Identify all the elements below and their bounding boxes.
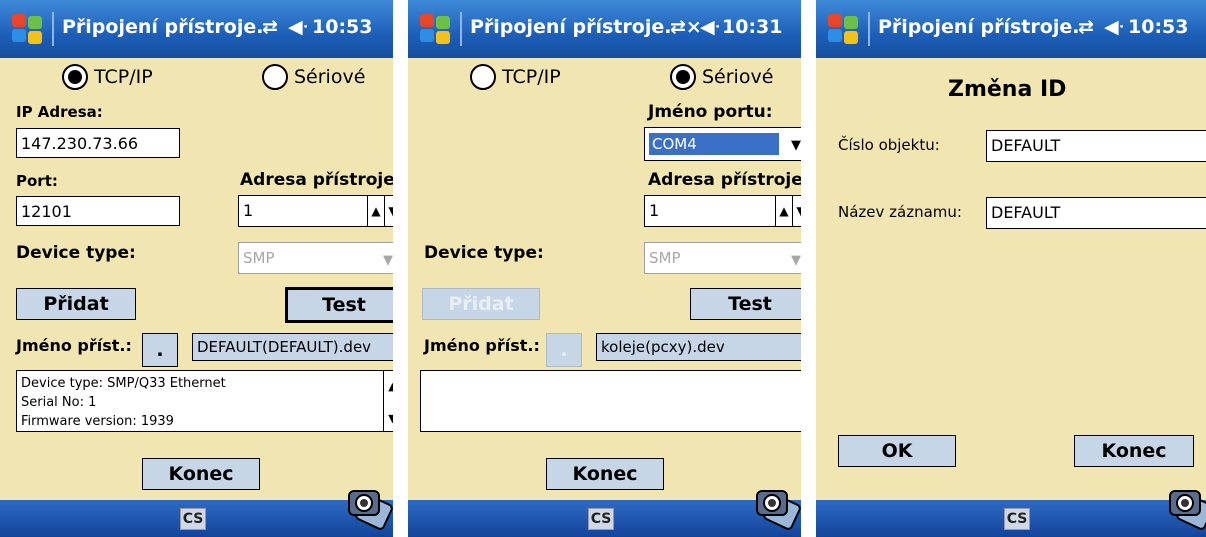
device-file-field[interactable]: DEFAULT(DEFAULT).dev bbox=[192, 333, 393, 361]
scroll-down-icon[interactable]: ▼ bbox=[384, 409, 393, 427]
device-type-value: SMP bbox=[243, 249, 275, 267]
device-type-value: SMP bbox=[649, 249, 681, 267]
device-type-label: Device type: bbox=[424, 243, 544, 263]
info-line: Serial No: 1 bbox=[21, 395, 97, 410]
info-scrollbar[interactable]: ▲ ▼ bbox=[383, 371, 393, 431]
spin-down-icon[interactable]: ▼ bbox=[384, 196, 393, 226]
record-name-field[interactable]: DEFAULT bbox=[986, 197, 1206, 229]
device-info-box[interactable] bbox=[420, 370, 801, 432]
port-name-select[interactable]: COM4 ▼ bbox=[644, 127, 801, 161]
add-button[interactable]: Přidat bbox=[16, 288, 136, 320]
input-language-indicator[interactable]: CS bbox=[588, 508, 614, 530]
screen-serial-connection: Připojení přístroje. ⇄× ◀ᐧ 10:31 TCP/IP … bbox=[408, 0, 801, 537]
port-label: Port: bbox=[16, 172, 58, 190]
start-menu-icon[interactable] bbox=[420, 14, 452, 44]
volume-icon[interactable]: ◀ᐧ bbox=[700, 16, 721, 38]
ip-address-field[interactable]: 147.230.73.66 bbox=[16, 128, 180, 158]
device-address-label: Adresa přístroje: bbox=[648, 170, 801, 190]
start-menu-icon[interactable] bbox=[12, 14, 44, 44]
device-type-select[interactable]: SMP ▼ bbox=[238, 242, 393, 274]
record-name-label: Název záznamu: bbox=[838, 203, 962, 221]
port-name-value: COM4 bbox=[649, 133, 779, 155]
input-language-indicator[interactable]: CS bbox=[1004, 508, 1030, 530]
title-separator bbox=[460, 12, 462, 46]
serial-radio-label: Sériové bbox=[702, 66, 774, 88]
spin-down-icon[interactable]: ▼ bbox=[792, 196, 801, 226]
screen-change-id: Připojení přístroje. ⇄ ◀ᐧ 10:53 Změna ID… bbox=[816, 0, 1206, 537]
input-language-indicator[interactable]: CS bbox=[180, 508, 206, 530]
window-title: Připojení přístroje. bbox=[878, 16, 1080, 38]
chevron-down-icon: ▼ bbox=[383, 253, 393, 268]
device-address-value: 1 bbox=[649, 201, 660, 220]
port-field[interactable]: 12101 bbox=[16, 196, 180, 226]
camera-app-icon[interactable] bbox=[345, 485, 393, 533]
device-type-select[interactable]: SMP ▼ bbox=[644, 242, 801, 274]
tcp-radio[interactable] bbox=[62, 64, 88, 90]
tcp-radio-label: TCP/IP bbox=[94, 66, 153, 88]
chevron-down-icon: ▼ bbox=[791, 138, 801, 153]
volume-icon[interactable]: ◀ᐧ bbox=[1104, 16, 1125, 38]
dialog-heading: Změna ID bbox=[948, 77, 1067, 102]
window-title: Připojení přístroje. bbox=[470, 16, 672, 38]
end-button[interactable]: Konec bbox=[546, 458, 664, 490]
window-title: Připojení přístroje. bbox=[62, 16, 264, 38]
clock[interactable]: 10:53 bbox=[312, 16, 372, 38]
scroll-up-icon[interactable]: ▲ bbox=[384, 377, 393, 395]
start-menu-icon[interactable] bbox=[828, 14, 860, 44]
device-name-label: Jméno příst.: bbox=[16, 336, 132, 355]
device-info-box[interactable]: Device type: SMP/Q33 Ethernet Serial No:… bbox=[16, 370, 393, 432]
device-type-label: Device type: bbox=[16, 243, 136, 263]
tcp-radio[interactable] bbox=[470, 64, 496, 90]
connectivity-icon[interactable]: ⇄ bbox=[1078, 16, 1094, 38]
spin-up-icon[interactable]: ▲ bbox=[775, 196, 792, 226]
device-address-spinner[interactable]: 1 ▲ ▼ bbox=[238, 195, 393, 227]
end-button[interactable]: Konec bbox=[1074, 435, 1194, 467]
serial-radio-label: Sériové bbox=[294, 66, 366, 88]
screen-tcp-connection: Připojení přístroje. ⇄ ◀ᐧ 10:53 TCP/IP S… bbox=[0, 0, 393, 537]
chevron-down-icon: ▼ bbox=[791, 253, 801, 268]
ok-button[interactable]: OK bbox=[838, 435, 956, 467]
device-file-field[interactable]: koleje(pcxy).dev bbox=[596, 333, 801, 361]
title-bar: Připojení přístroje. ⇄ ◀ᐧ 10:53 bbox=[0, 0, 393, 58]
clock[interactable]: 10:53 bbox=[1128, 16, 1188, 38]
object-number-field[interactable]: DEFAULT bbox=[986, 130, 1206, 162]
clock[interactable]: 10:31 bbox=[722, 16, 782, 38]
browse-dot-button[interactable]: . bbox=[546, 333, 582, 367]
tcp-radio-label: TCP/IP bbox=[502, 66, 561, 88]
port-name-label: Jméno portu: bbox=[648, 102, 773, 122]
test-button[interactable]: Test bbox=[285, 287, 393, 323]
object-number-label: Číslo objektu: bbox=[838, 136, 940, 154]
test-button[interactable]: Test bbox=[690, 288, 801, 320]
camera-app-icon[interactable] bbox=[753, 485, 801, 533]
connectivity-off-icon[interactable]: ⇄× bbox=[670, 16, 702, 38]
connectivity-icon[interactable]: ⇄ bbox=[262, 16, 278, 38]
device-address-spinner[interactable]: 1 ▲ ▼ bbox=[644, 195, 801, 227]
ip-address-label: IP Adresa: bbox=[16, 103, 103, 121]
serial-radio[interactable] bbox=[262, 64, 288, 90]
device-address-value: 1 bbox=[243, 201, 254, 220]
browse-dot-button[interactable]: . bbox=[142, 333, 178, 367]
spin-up-icon[interactable]: ▲ bbox=[367, 196, 384, 226]
end-button[interactable]: Konec bbox=[142, 458, 260, 490]
serial-radio[interactable] bbox=[670, 64, 696, 90]
title-bar: Připojení přístroje. ⇄ ◀ᐧ 10:53 bbox=[816, 0, 1206, 58]
add-button[interactable]: Přidat bbox=[422, 288, 540, 320]
volume-icon[interactable]: ◀ᐧ bbox=[288, 16, 309, 38]
device-address-label: Adresa přístroje: bbox=[240, 170, 393, 190]
title-bar: Připojení přístroje. ⇄× ◀ᐧ 10:31 bbox=[408, 0, 801, 58]
device-name-label: Jméno příst.: bbox=[424, 336, 540, 355]
info-line: Firmware version: 1939 bbox=[21, 414, 174, 429]
title-separator bbox=[868, 12, 870, 46]
info-line: Device type: SMP/Q33 Ethernet bbox=[21, 376, 226, 391]
title-separator bbox=[52, 12, 54, 46]
camera-app-icon[interactable] bbox=[1166, 485, 1206, 533]
